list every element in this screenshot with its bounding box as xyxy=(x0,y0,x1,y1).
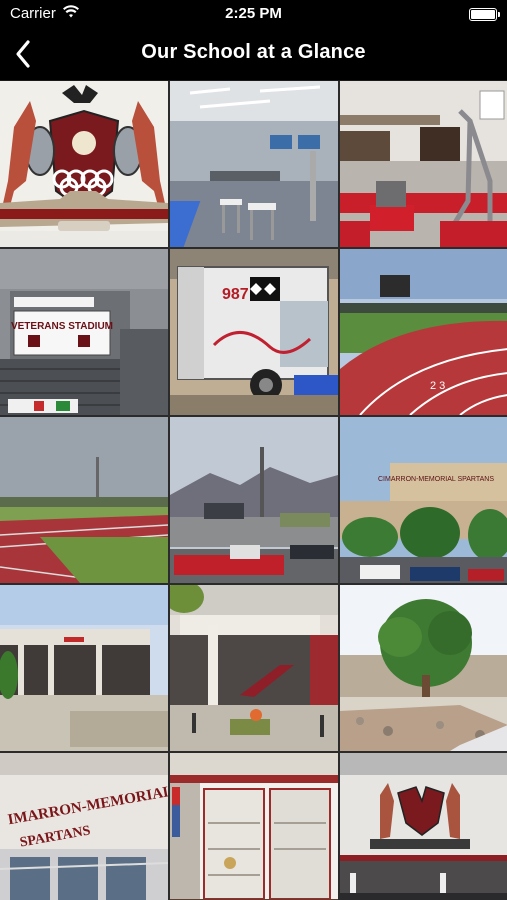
stadium-sign-text: VETERANS STADIUM xyxy=(11,321,113,332)
status-bar: Carrier 2:25 PM xyxy=(0,0,507,28)
parking-lot-mountains-photo[interactable] xyxy=(170,417,338,583)
campus-courtyard-photo[interactable] xyxy=(0,585,168,751)
battery-icon xyxy=(469,8,500,21)
page-title: Our School at a Glance xyxy=(141,41,366,63)
building-sign-text: CIMARRON-MEMORIAL SPARTANS xyxy=(378,476,494,483)
nav-bar: Our School at a Glance xyxy=(0,28,507,80)
spartans-logo-photo[interactable] xyxy=(0,81,168,247)
trailer-text: 987 xyxy=(222,286,249,303)
svg-text:2 3: 2 3 xyxy=(430,380,445,392)
photo-grid: VETERANS STADIUM 987 2 3 CIMARRON-MEMORI… xyxy=(0,81,507,900)
school-building-sign-photo[interactable]: CIMARRON-MEMORIAL SPARTANS xyxy=(340,417,507,583)
robotics-trailer-photo[interactable]: 987 xyxy=(170,249,338,415)
scoreboard-track-photo[interactable]: 2 3 xyxy=(340,249,507,415)
cafeteria-mural-photo[interactable] xyxy=(340,753,507,900)
classroom-lab-photo[interactable] xyxy=(170,81,338,247)
robotics-room-photo[interactable] xyxy=(340,81,507,247)
track-field-photo[interactable] xyxy=(0,417,168,583)
veterans-stadium-photo[interactable]: VETERANS STADIUM xyxy=(0,249,168,415)
school-entrance-photo[interactable] xyxy=(170,585,338,751)
tree-landscape-photo[interactable] xyxy=(340,585,507,751)
trophy-hall-photo[interactable] xyxy=(170,753,338,900)
clock: 2:25 PM xyxy=(225,5,282,22)
cimarron-memorial-facade-photo[interactable]: IMARRON-MEMORIAL SPARTANS xyxy=(0,753,168,900)
